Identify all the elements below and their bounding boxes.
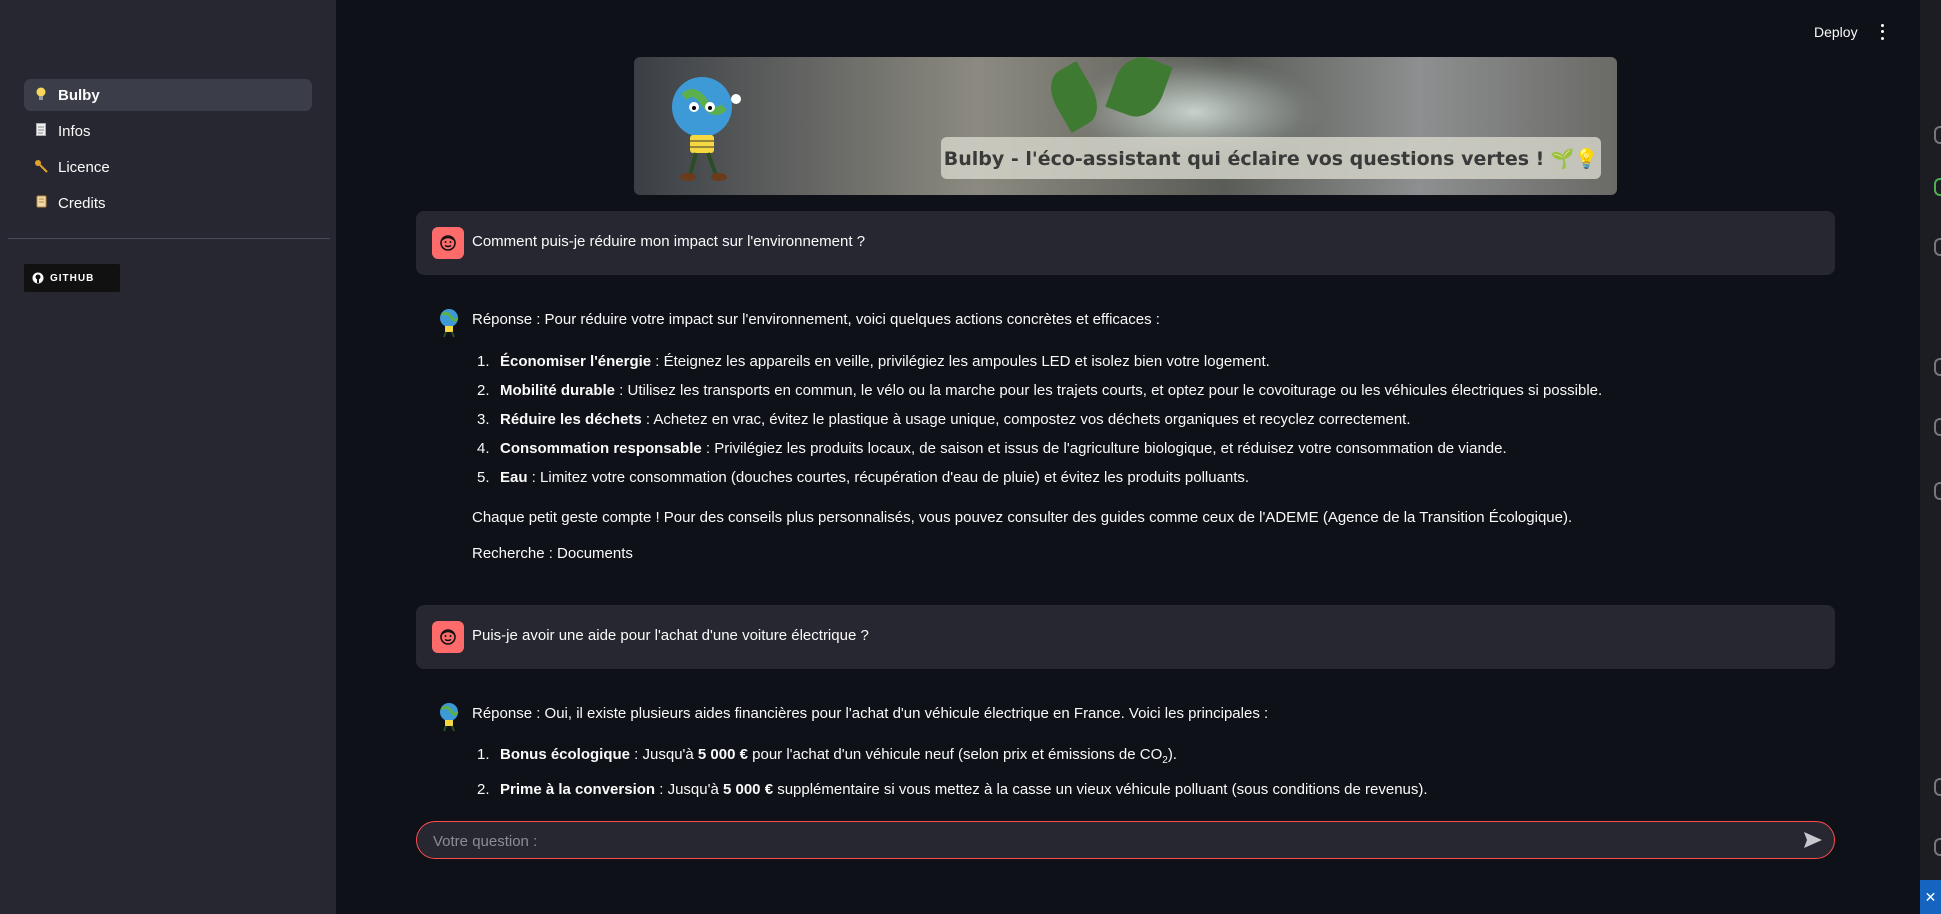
key-icon bbox=[34, 159, 48, 176]
list-item: 2. Prime à la conversion : Jusqu'à 5 000 … bbox=[477, 781, 1428, 798]
help-icon[interactable] bbox=[1934, 778, 1941, 796]
gear-icon[interactable] bbox=[1934, 126, 1941, 144]
bot-message: Réponse : Oui, il existe plusieurs aides… bbox=[472, 704, 1812, 809]
github-label: GITHUB bbox=[50, 272, 95, 284]
page-icon bbox=[34, 123, 48, 139]
list-item: 5. Eau : Limitez votre consommation (douc… bbox=[477, 469, 1250, 486]
list-item: 1. Économiser l'énergie : Éteignez les ap… bbox=[477, 353, 1270, 370]
page-icon[interactable] bbox=[1934, 238, 1941, 256]
bot-message-intro: Réponse : Oui, il existe plusieurs aides… bbox=[472, 705, 1269, 722]
user-avatar-icon bbox=[432, 227, 464, 259]
user-message-text: Comment puis-je réduire mon impact sur l… bbox=[472, 233, 866, 250]
bot-message-outro: Chaque petit geste compte ! Pour des con… bbox=[472, 509, 1573, 526]
main-menu-icon[interactable] bbox=[1874, 22, 1890, 42]
clipboard-icon[interactable] bbox=[1934, 482, 1941, 500]
list-item: 4. Consommation responsable : Privilégiez… bbox=[477, 440, 1507, 457]
deploy-button[interactable]: Deploy bbox=[1814, 24, 1858, 40]
sidebar-item-infos[interactable]: Infos bbox=[24, 115, 312, 147]
bot-message: Réponse : Pour réduire votre impact sur … bbox=[472, 310, 1812, 580]
sidebar-item-label: Credits bbox=[58, 194, 106, 212]
sidebar-item-label: Licence bbox=[58, 158, 110, 176]
user-message: Puis-je avoir une aide pour l'achat d'un… bbox=[416, 605, 1835, 669]
sidebar-item-bulby[interactable]: Bulby bbox=[24, 79, 312, 111]
send-icon[interactable] bbox=[1802, 830, 1824, 850]
sidebar-nav: Bulby Infos Licence Credits bbox=[24, 79, 312, 223]
sidebar: Bulby Infos Licence Credits GITHUB bbox=[0, 0, 336, 914]
user-message: Comment puis-je réduire mon impact sur l… bbox=[416, 211, 1835, 275]
clock-icon[interactable] bbox=[1934, 358, 1941, 376]
banner-image: Bulby - l'éco-assistant qui éclaire vos … bbox=[634, 57, 1617, 195]
bot-message-intro: Réponse : Pour réduire votre impact sur … bbox=[472, 311, 1160, 328]
list-item: 1. Bonus écologique : Jusqu'à 5 000 € pou… bbox=[477, 746, 1177, 766]
settings-icon[interactable] bbox=[1934, 838, 1941, 856]
sidebar-item-label: Bulby bbox=[58, 86, 100, 104]
bulby-mascot-icon bbox=[672, 77, 741, 181]
sidebar-item-licence[interactable]: Licence bbox=[24, 151, 312, 183]
search-source: Recherche : Documents bbox=[472, 545, 633, 562]
github-badge[interactable]: GITHUB bbox=[24, 264, 120, 292]
answer-list: 1. Bonus écologique : Jusqu'à 5 000 € pou… bbox=[472, 745, 1812, 799]
sidebar-divider bbox=[8, 238, 330, 239]
sheet-icon[interactable] bbox=[1934, 178, 1941, 196]
user-message-text: Puis-je avoir une aide pour l'achat d'un… bbox=[472, 627, 869, 644]
chat-input[interactable] bbox=[431, 828, 1795, 854]
bulby-avatar-icon bbox=[440, 703, 459, 732]
user-avatar-icon bbox=[432, 621, 464, 653]
answer-list: 1. Économiser l'énergie : Éteignez les ap… bbox=[472, 352, 1812, 487]
list-item: 3. Réduire les déchets : Achetez en vrac,… bbox=[477, 411, 1411, 428]
scroll-icon bbox=[34, 195, 48, 211]
sidebar-item-credits[interactable]: Credits bbox=[24, 187, 312, 219]
chat-input-container bbox=[416, 821, 1835, 859]
bulby-avatar-icon bbox=[440, 309, 459, 338]
list-item: 2. Mobilité durable : Utilisez les transp… bbox=[477, 382, 1603, 399]
banner-caption: Bulby - l'éco-assistant qui éclaire vos … bbox=[941, 137, 1601, 179]
github-icon bbox=[32, 272, 44, 284]
info-icon[interactable] bbox=[1934, 418, 1941, 436]
lightbulb-icon bbox=[34, 87, 48, 104]
sidebar-item-label: Infos bbox=[58, 122, 91, 140]
close-icon[interactable]: ✕ bbox=[1920, 880, 1941, 914]
